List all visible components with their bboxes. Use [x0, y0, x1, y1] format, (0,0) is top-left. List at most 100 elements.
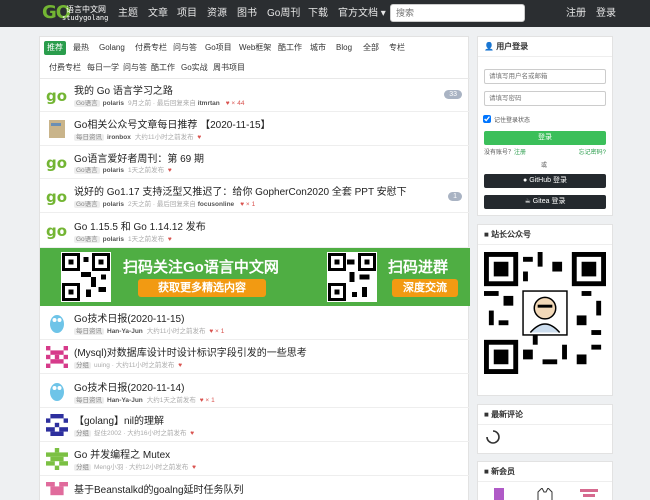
- promo-banner[interactable]: 扫码关注Go语言中文网 获取更多精选内容 扫码进群 深度交流: [40, 248, 470, 306]
- topic-title[interactable]: Go技术日报(2020-11-14): [74, 379, 184, 394]
- topic-node[interactable]: 分组: [74, 464, 91, 471]
- topic-title[interactable]: 我的 Go 语言学习之路: [74, 82, 173, 97]
- topic-author[interactable]: Han-Ya-Jun: [107, 397, 143, 404]
- tab-paid-column-2[interactable]: 付费专栏: [46, 61, 84, 75]
- topic-item[interactable]: 【golang】nil的理解 分组 捉住2002 · 大约16小时之前发布 ♥: [40, 408, 470, 442]
- register-link[interactable]: 注册: [514, 150, 526, 156]
- topic-author[interactable]: polaris: [103, 236, 124, 243]
- like-icon[interactable]: ♥: [188, 430, 194, 437]
- nav-resources[interactable]: 资源: [207, 0, 227, 27]
- topic-node[interactable]: 每日资讯: [74, 328, 104, 335]
- search-input[interactable]: [390, 4, 525, 22]
- nav-articles[interactable]: 文章: [148, 0, 168, 27]
- topic-title[interactable]: Go 并发编程之 Mutex: [74, 446, 170, 461]
- topic-author[interactable]: 捉住2002: [94, 430, 121, 437]
- like-icon[interactable]: ♥: [190, 464, 196, 471]
- topic-node[interactable]: 每日资讯: [74, 397, 104, 404]
- topic-author[interactable]: polaris: [103, 167, 124, 174]
- nav-projects[interactable]: 项目: [177, 0, 197, 27]
- topic-node[interactable]: Go语言: [74, 201, 100, 208]
- site-logo[interactable]: GO 语言中文网 studygolang: [42, 3, 112, 24]
- login-button[interactable]: 登录: [484, 131, 606, 145]
- like-icon[interactable]: ♥ ×: [240, 201, 249, 208]
- topic-title[interactable]: Go语言爱好者周刊：第 69 期: [74, 150, 204, 165]
- reply-count-badge[interactable]: 33: [444, 90, 462, 99]
- topic-item[interactable]: Go技术日报(2020-11-15) 每日资讯 Han-Ya-Jun 大约11小时之…: [40, 306, 470, 340]
- member-avatar-icon[interactable]: [488, 486, 510, 500]
- tab-go-projects[interactable]: Go项目: [202, 41, 235, 55]
- nav-topics[interactable]: 主题: [118, 0, 138, 27]
- tab-golang[interactable]: Golang: [96, 41, 128, 55]
- nav-login[interactable]: 登录: [596, 0, 616, 27]
- tab-city[interactable]: 城市: [307, 41, 329, 55]
- topic-item[interactable]: go 说好的 Go1.17 支持泛型又推迟了：给你 GopherCon2020 …: [40, 179, 470, 213]
- username-input[interactable]: [484, 69, 606, 84]
- gitea-login-button[interactable]: ☕ Gitea 登录: [484, 195, 606, 209]
- nav-books[interactable]: 图书: [237, 0, 257, 27]
- tab-qa[interactable]: 问与答: [170, 41, 200, 55]
- like-icon[interactable]: ♥ ×: [226, 100, 235, 107]
- topic-item[interactable]: (Mysql)对数据库设计时设计标识字段引发的一些思考 分组 uuing · 大约…: [40, 340, 470, 374]
- topic-author[interactable]: polaris: [103, 100, 124, 107]
- topic-title[interactable]: 说好的 Go1.17 支持泛型又推迟了：给你 GopherCon2020 全套 …: [74, 183, 407, 198]
- tab-daily-learn[interactable]: 每日一学: [84, 61, 122, 75]
- banner-pill-left[interactable]: 获取更多精选内容: [138, 279, 266, 297]
- topic-node[interactable]: 分组: [74, 430, 91, 437]
- topic-title[interactable]: (Mysql)对数据库设计时设计标识字段引发的一些思考: [74, 344, 307, 359]
- remember-checkbox[interactable]: [483, 115, 491, 123]
- tab-jobs-2[interactable]: 酷工作: [148, 61, 178, 75]
- tab-qa-2[interactable]: 问与答: [120, 61, 150, 75]
- like-icon[interactable]: ♥: [166, 167, 172, 174]
- topic-node[interactable]: Go语言: [74, 236, 100, 243]
- topic-author[interactable]: polaris: [103, 201, 124, 208]
- nav-go-weekly[interactable]: Go周刊: [267, 0, 300, 27]
- topic-title[interactable]: Go 1.15.5 和 Go 1.14.12 发布: [74, 218, 206, 233]
- member-avatar-icon[interactable]: [534, 488, 556, 500]
- topic-node[interactable]: 分组: [74, 362, 91, 369]
- banner-pill-right[interactable]: 深度交流: [392, 279, 458, 297]
- topic-node[interactable]: Go语言: [74, 167, 100, 174]
- tab-jobs[interactable]: 酷工作: [275, 41, 305, 55]
- nav-download[interactable]: 下载: [308, 0, 328, 27]
- nav-register[interactable]: 注册: [566, 0, 586, 27]
- topic-item[interactable]: go Go 1.15.5 和 Go 1.14.12 发布 Go语言 polaris…: [40, 213, 470, 248]
- like-icon[interactable]: ♥ ×: [208, 328, 218, 335]
- topic-title[interactable]: 基于Beanstalkd的goalng延时任务队列: [74, 481, 244, 496]
- topic-item[interactable]: go Go语言爱好者周刊：第 69 期 Go语言 polaris 1天之前发布 ♥: [40, 146, 470, 179]
- tab-book-projects[interactable]: 周书项目: [210, 61, 248, 75]
- topic-author[interactable]: Meng小羽: [94, 464, 123, 471]
- topic-last-reply[interactable]: itmrtan: [198, 100, 220, 107]
- topic-item[interactable]: go 我的 Go 语言学习之路 Go语言 polaris 9月之前 · 最后回复来自…: [40, 79, 470, 112]
- tab-all[interactable]: 全部: [360, 41, 382, 55]
- topic-node[interactable]: Go语言: [74, 100, 100, 107]
- tab-recommend[interactable]: 推荐: [44, 41, 66, 55]
- forgot-password-link[interactable]: 忘记密码?: [579, 147, 606, 156]
- nav-official-docs[interactable]: 官方文档 ▾: [338, 0, 386, 27]
- like-icon[interactable]: ♥: [196, 134, 201, 141]
- topic-item[interactable]: Go技术日报(2020-11-14) 每日资讯 Han-Ya-Jun 大约1天之前发…: [40, 374, 470, 408]
- like-icon[interactable]: ♥: [176, 362, 182, 369]
- topic-item[interactable]: 基于Beanstalkd的goalng延时任务队列: [40, 476, 470, 500]
- tab-web-framework[interactable]: Web框架: [236, 41, 274, 55]
- password-input[interactable]: [484, 91, 606, 106]
- like-icon[interactable]: ♥: [166, 236, 172, 243]
- member-avatar-icon[interactable]: [578, 486, 600, 500]
- topic-title[interactable]: Go相关公众号文章每日推荐 【2020-11-15】: [74, 116, 271, 131]
- tab-hot[interactable]: 最热: [70, 41, 92, 55]
- tab-blog[interactable]: Blog: [333, 41, 355, 55]
- topic-item[interactable]: Go相关公众号文章每日推荐 【2020-11-15】 每日资讯 ironbox 大约…: [40, 112, 470, 146]
- topic-author[interactable]: Han-Ya-Jun: [107, 328, 143, 335]
- like-icon[interactable]: ♥ ×: [198, 397, 209, 404]
- topic-last-reply[interactable]: focusonline: [198, 201, 234, 208]
- topic-title[interactable]: 【golang】nil的理解: [74, 412, 164, 427]
- tab-column[interactable]: 专栏: [386, 41, 408, 55]
- topic-node[interactable]: 每日资讯: [74, 134, 104, 141]
- topic-author[interactable]: uuing: [94, 362, 110, 369]
- github-login-button[interactable]: ● GitHub 登录: [484, 174, 606, 188]
- topic-item[interactable]: Go 并发编程之 Mutex 分组 Meng小羽 · 大约12小时之前发布 ♥: [40, 442, 470, 476]
- tab-paid-column[interactable]: 付费专栏: [132, 41, 170, 55]
- reply-count-badge[interactable]: 1: [448, 192, 462, 201]
- topic-title[interactable]: Go技术日报(2020-11-15): [74, 310, 184, 325]
- topic-author[interactable]: ironbox: [107, 134, 131, 141]
- tab-go-practice[interactable]: Go实战: [178, 61, 211, 75]
